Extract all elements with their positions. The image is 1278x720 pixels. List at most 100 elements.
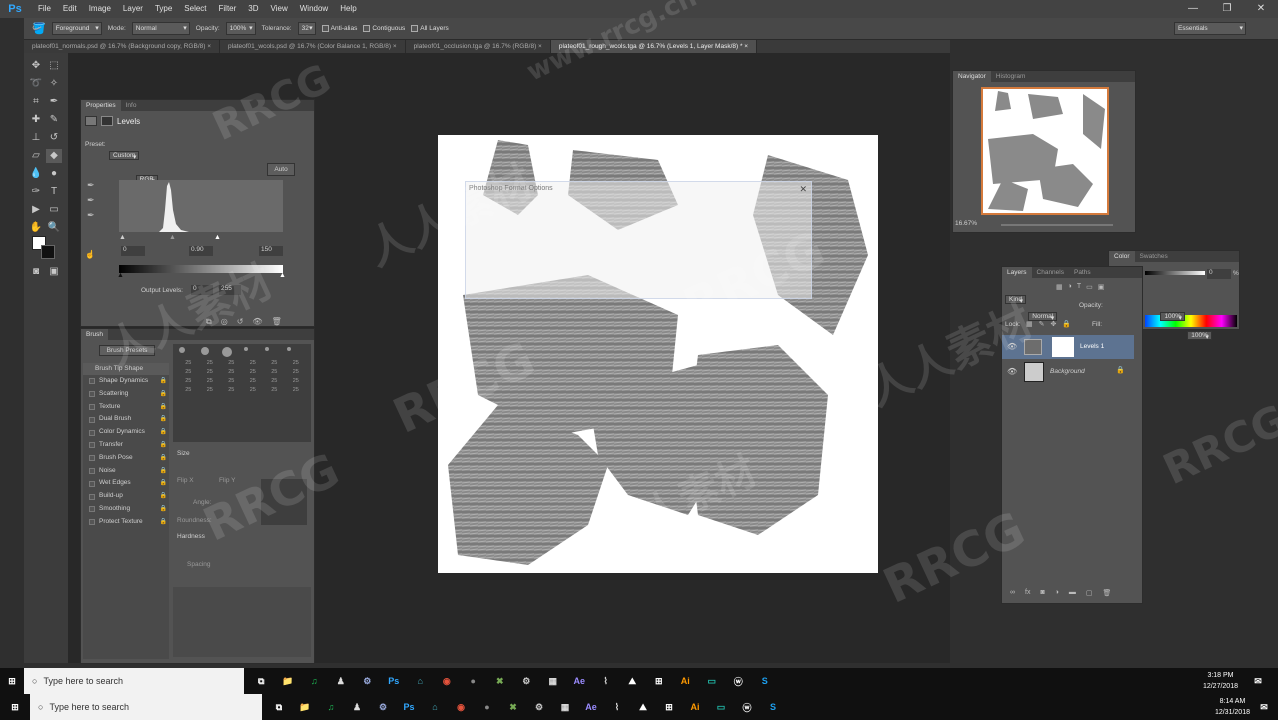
- taskbar-app-icon[interactable]: ⓦ: [734, 694, 760, 720]
- taskbar-app-icon[interactable]: ⛰: [619, 668, 646, 694]
- brush-tip-size[interactable]: 25: [179, 369, 198, 375]
- brush-tip[interactable]: [179, 347, 185, 353]
- checkbox-icon[interactable]: [89, 506, 95, 513]
- taskbar-app-icon[interactable]: ⚙: [354, 668, 381, 694]
- brush-tip-size[interactable]: 25: [222, 378, 241, 384]
- taskbar-app-icon[interactable]: ⊞: [646, 668, 673, 694]
- brush-tip-size[interactable]: 25: [265, 369, 284, 375]
- taskbar-app-icon[interactable]: ◉: [434, 668, 461, 694]
- brush-option-item[interactable]: Shape Dynamics 🔒: [83, 375, 169, 388]
- blur-tool-icon[interactable]: 💧: [28, 167, 44, 181]
- taskbar-app-icon[interactable]: ▦: [552, 694, 578, 720]
- reset-icon[interactable]: ↺: [237, 317, 244, 327]
- taskbar-app-icon[interactable]: ●: [474, 694, 500, 720]
- checkbox-icon[interactable]: [89, 429, 95, 436]
- fill-input[interactable]: 100%: [1187, 331, 1212, 340]
- menu-file[interactable]: File: [32, 0, 57, 18]
- add-mask-icon[interactable]: ◙: [1040, 589, 1044, 597]
- brush-tip-size[interactable]: 25: [179, 387, 198, 393]
- paint-bucket-tool-icon[interactable]: ◆: [46, 149, 62, 163]
- taskbar-app-icon[interactable]: ♟: [328, 668, 355, 694]
- type-tool-icon[interactable]: T: [46, 185, 62, 199]
- taskbar-app-icon[interactable]: S: [760, 694, 786, 720]
- brush-tip-size[interactable]: 25: [201, 369, 220, 375]
- taskbar-app-icon[interactable]: ⌂: [422, 694, 448, 720]
- lock-transparent-icon[interactable]: ▦: [1026, 320, 1033, 328]
- tab-layers[interactable]: Layers: [1002, 267, 1032, 278]
- tab-paths[interactable]: Paths: [1069, 267, 1096, 278]
- notifications-icon[interactable]: ✉: [1252, 694, 1276, 720]
- taskbar-app-icon[interactable]: ⌇: [604, 694, 630, 720]
- quick-mask-icon[interactable]: ◙: [28, 265, 44, 279]
- lock-icon[interactable]: 🔒: [160, 503, 167, 516]
- hand-tool-icon[interactable]: ✋: [28, 221, 44, 235]
- brush-tip[interactable]: [243, 347, 248, 351]
- taskbar-app-icon[interactable]: S: [752, 668, 779, 694]
- pen-tool-icon[interactable]: ✑: [28, 185, 44, 199]
- history-brush-tool-icon[interactable]: ↺: [46, 131, 62, 145]
- color-slider[interactable]: [1145, 271, 1205, 275]
- new-group-icon[interactable]: ▬: [1069, 589, 1076, 597]
- menu-select[interactable]: Select: [178, 0, 212, 18]
- eyedropper-black-icon[interactable]: ✒: [87, 180, 95, 191]
- brush-tip-shape-item[interactable]: Brush Tip Shape: [83, 363, 169, 375]
- taskbar-app-icon[interactable]: ●: [460, 668, 487, 694]
- layer-filter-select[interactable]: Kind: [1005, 295, 1027, 304]
- tab-properties[interactable]: Properties: [81, 100, 121, 111]
- lock-icon[interactable]: 🔒: [160, 516, 167, 529]
- link-layers-icon[interactable]: ∞: [1010, 589, 1015, 597]
- eyedropper-white-icon[interactable]: ✒: [87, 210, 95, 221]
- input-white-field[interactable]: 150: [259, 246, 283, 256]
- brush-angle-preview[interactable]: [261, 479, 307, 525]
- tab-swatches[interactable]: Swatches: [1135, 251, 1173, 262]
- eraser-tool-icon[interactable]: ▱: [28, 149, 44, 163]
- input-black-slider-icon[interactable]: ▲: [119, 234, 126, 241]
- layer-row-levels[interactable]: 👁 Levels 1: [1002, 335, 1134, 359]
- taskbar-app-icon[interactable]: ⓦ: [725, 668, 752, 694]
- brush-option-item[interactable]: Dual Brush 🔒: [83, 413, 169, 426]
- delete-layer-icon[interactable]: 🗑: [1103, 589, 1112, 597]
- layer-visibility-icon[interactable]: 👁: [1007, 367, 1017, 376]
- layer-style-icon[interactable]: fx: [1025, 589, 1030, 597]
- tab-histogram[interactable]: Histogram: [991, 71, 1031, 82]
- brush-tip-size[interactable]: 25: [201, 378, 220, 384]
- filter-smart-icon[interactable]: ▣: [1098, 283, 1105, 291]
- brush-tip-size[interactable]: 25: [244, 360, 263, 366]
- taskbar-app-icon[interactable]: ⚙: [370, 694, 396, 720]
- input-gamma-field[interactable]: 0.90: [189, 246, 213, 256]
- view-previous-icon[interactable]: ◎: [221, 317, 228, 327]
- checkbox-icon[interactable]: [89, 467, 95, 474]
- dodge-tool-icon[interactable]: ●: [46, 167, 62, 181]
- brush-tip-size[interactable]: 25: [287, 360, 306, 366]
- tolerance-input[interactable]: 32: [297, 22, 316, 35]
- input-gamma-slider-icon[interactable]: ▲: [169, 234, 176, 241]
- output-black-field[interactable]: 0: [191, 285, 213, 295]
- workspace-select[interactable]: Essentials: [1174, 22, 1246, 35]
- screen-mode-icon[interactable]: ▣: [46, 265, 62, 279]
- lock-icon[interactable]: 🔒: [160, 388, 167, 401]
- output-white-slider-icon[interactable]: ▲: [279, 272, 286, 279]
- brush-tip-size[interactable]: 25: [265, 378, 284, 384]
- magic-wand-tool-icon[interactable]: ✧: [46, 77, 62, 91]
- brush-presets-button[interactable]: Brush Presets: [99, 345, 155, 356]
- checkbox-icon[interactable]: [89, 442, 95, 449]
- taskbar-search-box[interactable]: ○ Type here to search: [30, 694, 262, 720]
- menu-type[interactable]: Type: [149, 0, 178, 18]
- checkbox-icon[interactable]: [89, 391, 95, 398]
- healing-tool-icon[interactable]: ✚: [28, 113, 44, 127]
- target-adjust-icon[interactable]: ☝: [85, 250, 95, 259]
- move-tool-icon[interactable]: ✥: [28, 59, 44, 73]
- stamp-tool-icon[interactable]: ⊥: [28, 131, 44, 145]
- brush-option-item[interactable]: Build-up 🔒: [83, 490, 169, 503]
- taskbar-clock[interactable]: 8:14 AM 12/31/2018: [1215, 696, 1250, 718]
- brush-option-item[interactable]: Smoothing 🔒: [83, 503, 169, 516]
- checkbox-icon[interactable]: [89, 480, 95, 487]
- brush-tip-size[interactable]: 25: [201, 387, 220, 393]
- taskbar-app-icon[interactable]: ⚙: [513, 668, 540, 694]
- lock-icon[interactable]: 🔒: [160, 465, 167, 478]
- color-ramp[interactable]: [1145, 315, 1237, 327]
- layer-opacity-input[interactable]: 100%: [1160, 312, 1186, 321]
- taskbar-app-icon[interactable]: ◉: [448, 694, 474, 720]
- menu-3d[interactable]: 3D: [242, 0, 264, 18]
- minimize-button[interactable]: —: [1176, 0, 1210, 18]
